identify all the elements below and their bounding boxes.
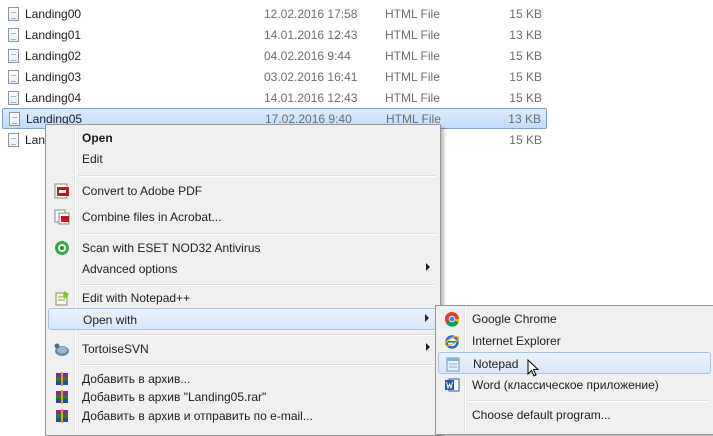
menu-item-word[interactable]: Word (классическое приложение) <box>438 374 711 396</box>
file-type: HTML File <box>385 70 440 84</box>
html-file-icon <box>9 112 20 126</box>
menu-item-label: Convert to Adobe PDF <box>82 184 203 198</box>
menu-item-add-archive-email[interactable]: Добавить в архив и отправить по e-mail..… <box>48 405 438 427</box>
menu-item-google-chrome[interactable]: Google Chrome <box>438 308 711 330</box>
context-menu: Open Edit Convert to Adobe PDF Combine f… <box>45 124 441 436</box>
file-type: HTML File <box>385 91 440 105</box>
file-name: Lan <box>25 133 46 147</box>
menu-item-label: Combine files in Acrobat... <box>82 210 222 224</box>
internet-explorer-icon <box>444 333 460 349</box>
menu-item-label: Open with <box>83 313 138 327</box>
menu-item-advanced-options[interactable]: Advanced options <box>48 258 438 280</box>
file-size: 15 KB <box>509 70 542 84</box>
adobe-pdf-icon <box>54 183 70 199</box>
file-row[interactable]: Landing03 03.02.2016 16:41 HTML File 15 … <box>2 67 547 88</box>
winrar-icon <box>54 408 70 424</box>
menu-item-tortoisesvn[interactable]: TortoiseSVN <box>48 338 438 360</box>
html-file-icon <box>8 133 19 147</box>
tortoisesvn-icon <box>54 341 70 357</box>
file-row[interactable]: Landing00 12.02.2016 17:58 HTML File 15 … <box>2 4 547 25</box>
menu-item-label: Choose default program... <box>472 408 611 422</box>
html-file-icon <box>8 28 19 42</box>
html-file-icon <box>8 49 19 63</box>
file-date: 04.02.2016 9:44 <box>264 49 351 63</box>
file-row[interactable]: Landing01 14.01.2016 12:43 HTML File 13 … <box>2 25 547 46</box>
submenu-arrow-icon <box>425 314 429 322</box>
file-type: HTML File <box>385 28 440 42</box>
chrome-icon <box>444 311 460 327</box>
notepad-icon <box>445 356 461 372</box>
menu-item-edit[interactable]: Edit <box>48 148 438 170</box>
menu-item-label: Open <box>82 131 113 145</box>
file-name: Landing03 <box>25 70 82 84</box>
html-file-icon <box>8 7 19 21</box>
file-type: HTML File <box>385 7 440 21</box>
menu-item-label: Добавить в архив... <box>82 372 191 386</box>
menu-item-notepad[interactable]: Notepad <box>438 352 711 377</box>
notepadpp-icon <box>54 290 70 306</box>
menu-item-label: Notepad <box>473 357 519 371</box>
html-file-icon <box>8 70 19 84</box>
menu-item-convert-pdf[interactable]: Convert to Adobe PDF <box>48 180 438 202</box>
file-date: 14.01.2016 12:43 <box>264 91 358 105</box>
winrar-icon <box>54 389 70 405</box>
menu-item-scan-eset[interactable]: Scan with ESET NOD32 Antivirus <box>48 237 438 259</box>
acrobat-combine-icon <box>54 209 70 225</box>
menu-item-label: Edit with Notepad++ <box>82 291 191 305</box>
file-name: Landing01 <box>25 28 82 42</box>
menu-separator <box>78 233 436 235</box>
menu-separator <box>78 334 436 336</box>
html-file-icon <box>8 91 19 105</box>
menu-item-choose-default-program[interactable]: Choose default program... <box>438 404 711 426</box>
menu-item-label: Edit <box>82 152 103 166</box>
file-size: 15 KB <box>509 7 542 21</box>
menu-item-label: Google Chrome <box>472 312 557 326</box>
menu-separator <box>78 364 436 366</box>
menu-item-open[interactable]: Open <box>48 127 438 149</box>
file-name: Landing00 <box>25 7 82 21</box>
winrar-icon <box>54 371 70 387</box>
menu-item-label: Internet Explorer <box>472 334 561 348</box>
file-date: 12.02.2016 17:58 <box>264 7 358 21</box>
eset-antivirus-icon <box>54 240 70 256</box>
menu-item-label: Advanced options <box>82 262 178 276</box>
menu-item-label: TortoiseSVN <box>82 342 149 356</box>
menu-item-open-with[interactable]: Open with <box>48 308 438 330</box>
file-date: 14.01.2016 12:43 <box>264 28 358 42</box>
file-size: 15 KB <box>509 133 542 147</box>
submenu-arrow-icon <box>426 263 430 271</box>
file-date: 03.02.2016 16:41 <box>264 70 358 84</box>
file-size: 15 KB <box>509 91 542 105</box>
menu-item-combine-acrobat[interactable]: Combine files in Acrobat... <box>48 206 438 228</box>
file-name: Landing04 <box>25 91 82 105</box>
menu-item-label: Добавить в архив и отправить по e-mail..… <box>82 409 313 423</box>
file-type: HTML File <box>385 49 440 63</box>
menu-item-label: Добавить в архив "Landing05.rar" <box>82 390 267 404</box>
file-row[interactable]: Landing04 14.01.2016 12:43 HTML File 15 … <box>2 88 547 109</box>
menu-separator <box>78 284 436 286</box>
open-with-submenu: Google Chrome Internet Explorer Notepad … <box>435 305 713 435</box>
file-size: 15 KB <box>509 49 542 63</box>
menu-item-label: Scan with ESET NOD32 Antivirus <box>82 241 261 255</box>
file-name: Landing02 <box>25 49 82 63</box>
menu-item-internet-explorer[interactable]: Internet Explorer <box>438 330 711 352</box>
file-size: 13 KB <box>508 112 541 126</box>
file-size: 13 KB <box>509 28 542 42</box>
menu-item-edit-notepadpp[interactable]: Edit with Notepad++ <box>48 287 438 309</box>
file-row[interactable]: Landing02 04.02.2016 9:44 HTML File 15 K… <box>2 46 547 67</box>
menu-separator <box>468 400 709 402</box>
word-icon <box>444 377 460 393</box>
submenu-arrow-icon <box>426 343 430 351</box>
menu-item-label: Word (классическое приложение) <box>472 378 659 392</box>
menu-separator <box>78 175 436 177</box>
